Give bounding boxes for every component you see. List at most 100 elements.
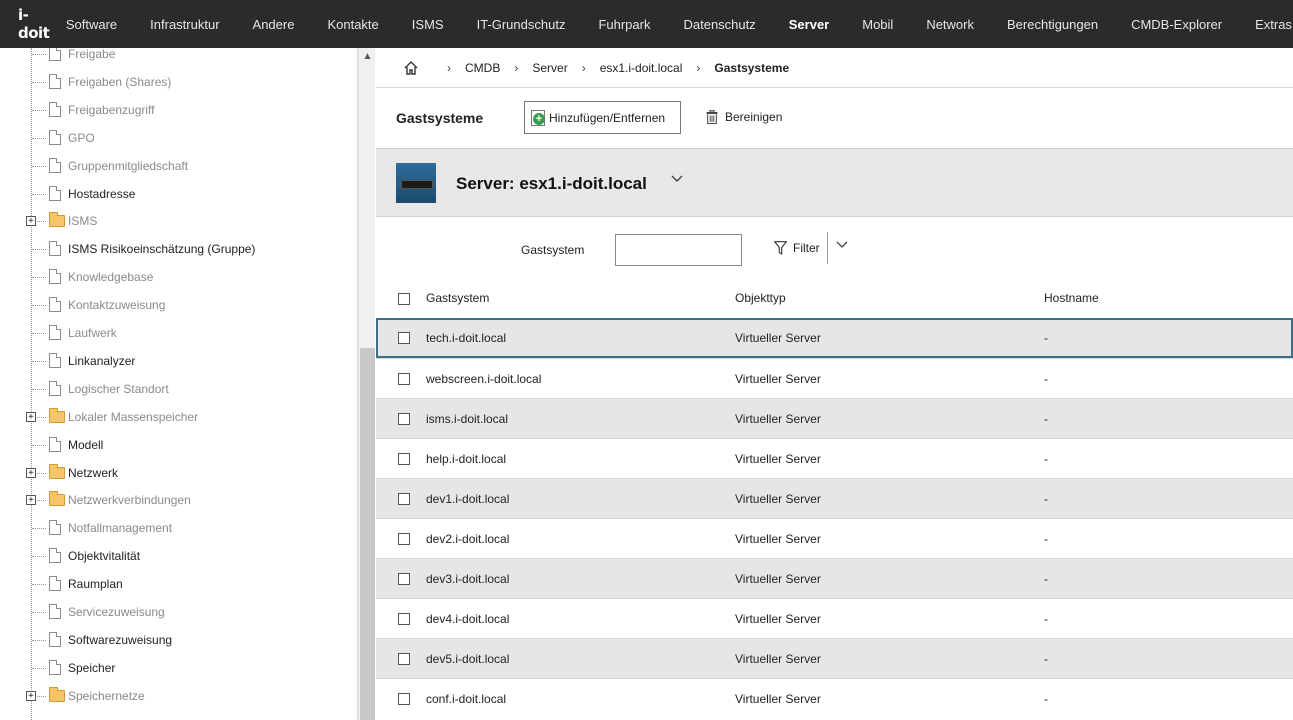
tree-item-label: Laufwerk bbox=[68, 326, 117, 340]
cell-gastsystem[interactable]: dev5.i-doit.local bbox=[426, 652, 509, 666]
column-header-objekttyp[interactable]: Objekttyp bbox=[735, 291, 786, 305]
nav-item-extras[interactable]: Extras bbox=[1239, 0, 1293, 48]
cell-gastsystem[interactable]: conf.i-doit.local bbox=[426, 692, 506, 706]
main-content: › CMDB › Server › esx1.i-doit.local › Ga… bbox=[376, 48, 1293, 720]
nav-item-kontakte[interactable]: Kontakte bbox=[311, 0, 395, 48]
row-checkbox[interactable] bbox=[398, 533, 410, 545]
tree-item[interactable]: ISMS Risikoeinschätzung (Gruppe) bbox=[0, 235, 357, 263]
scroll-thumb[interactable] bbox=[360, 348, 375, 720]
filter-input[interactable] bbox=[615, 234, 742, 266]
expand-icon[interactable]: + bbox=[26, 216, 36, 227]
tree-item[interactable]: + Speichernetze bbox=[0, 682, 357, 710]
tree-item[interactable]: Laufwerk bbox=[0, 319, 357, 347]
expand-icon[interactable]: + bbox=[26, 411, 36, 422]
column-header-gastsystem[interactable]: Gastsystem bbox=[426, 291, 489, 305]
scroll-up-arrow-icon[interactable]: ▲ bbox=[359, 48, 376, 65]
tree-item[interactable]: + Lokaler Massenspeicher bbox=[0, 403, 357, 431]
tree-item[interactable]: Objektvitalität bbox=[0, 542, 357, 570]
nav-item-fuhrpark[interactable]: Fuhrpark bbox=[582, 0, 667, 48]
tree-item[interactable]: + ISMS bbox=[0, 207, 357, 235]
column-header-hostname[interactable]: Hostname bbox=[1044, 291, 1099, 305]
cell-gastsystem[interactable]: dev2.i-doit.local bbox=[426, 532, 509, 546]
document-icon bbox=[49, 576, 61, 592]
tree-item[interactable]: + Netzwerkverbindungen bbox=[0, 486, 357, 514]
row-checkbox[interactable] bbox=[398, 653, 410, 665]
add-remove-button[interactable]: Hinzufügen/Entfernen bbox=[524, 101, 681, 134]
cell-gastsystem[interactable]: isms.i-doit.local bbox=[426, 412, 508, 426]
nav-item-it-grundschutz[interactable]: IT-Grundschutz bbox=[460, 0, 582, 48]
table-row[interactable]: dev5.i-doit.local Virtueller Server - bbox=[376, 638, 1293, 678]
tree-item[interactable]: Freigaben (Shares) bbox=[0, 68, 357, 96]
nav-item-berechtigungen[interactable]: Berechtigungen bbox=[991, 0, 1115, 48]
clean-button[interactable]: Bereinigen bbox=[706, 110, 782, 124]
tree-item[interactable]: Logischer Standort bbox=[0, 375, 357, 403]
row-checkbox[interactable] bbox=[398, 332, 410, 344]
nav-item-cmdb-explorer[interactable]: CMDB-Explorer bbox=[1115, 0, 1239, 48]
cell-gastsystem[interactable]: webscreen.i-doit.local bbox=[426, 372, 541, 386]
tree-item[interactable]: Servicezuweisung bbox=[0, 598, 357, 626]
row-checkbox[interactable] bbox=[398, 493, 410, 505]
tree-item[interactable]: Softwarezuweisung bbox=[0, 626, 357, 654]
breadcrumb-object[interactable]: esx1.i-doit.local bbox=[600, 61, 683, 75]
row-checkbox[interactable] bbox=[398, 573, 410, 585]
cell-gastsystem[interactable]: dev3.i-doit.local bbox=[426, 572, 509, 586]
home-icon[interactable] bbox=[403, 60, 419, 76]
breadcrumb-server[interactable]: Server bbox=[532, 61, 567, 75]
expand-icon[interactable]: + bbox=[26, 495, 36, 506]
tree-connector bbox=[32, 667, 46, 669]
nav-item-mobil[interactable]: Mobil bbox=[846, 0, 910, 48]
nav-item-andere[interactable]: Andere bbox=[236, 0, 311, 48]
nav-item-datenschutz[interactable]: Datenschutz bbox=[667, 0, 772, 48]
select-all-checkbox[interactable] bbox=[398, 293, 410, 305]
tree-item[interactable]: GPO bbox=[0, 124, 357, 152]
nav-item-network[interactable]: Network bbox=[910, 0, 991, 48]
cell-gastsystem[interactable]: help.i-doit.local bbox=[426, 452, 506, 466]
nav-item-infrastruktur[interactable]: Infrastruktur bbox=[134, 0, 236, 48]
tree-connector bbox=[32, 360, 46, 362]
nav-item-software[interactable]: Software bbox=[49, 0, 133, 48]
table-row[interactable]: tech.i-doit.local Virtueller Server - bbox=[376, 318, 1293, 358]
table-row[interactable]: dev4.i-doit.local Virtueller Server - bbox=[376, 598, 1293, 638]
table-row[interactable]: dev2.i-doit.local Virtueller Server - bbox=[376, 518, 1293, 558]
tree-item[interactable]: Speicher bbox=[0, 654, 357, 682]
cell-gastsystem[interactable]: dev4.i-doit.local bbox=[426, 612, 509, 626]
row-checkbox[interactable] bbox=[398, 413, 410, 425]
tree-item[interactable]: + Netzwerk bbox=[0, 459, 357, 487]
tree-item[interactable]: Knowledgebase bbox=[0, 263, 357, 291]
tree-item[interactable]: Notfallmanagement bbox=[0, 514, 357, 542]
tree-item[interactable]: Freigabenzugriff bbox=[0, 96, 357, 124]
expand-icon[interactable]: + bbox=[26, 690, 36, 701]
table-row[interactable]: isms.i-doit.local Virtueller Server - bbox=[376, 398, 1293, 438]
tree-scrollbar[interactable]: ▲ bbox=[358, 48, 375, 720]
table-row[interactable]: help.i-doit.local Virtueller Server - bbox=[376, 438, 1293, 478]
tree-item-label: Speichernetze bbox=[68, 688, 145, 703]
filter-button[interactable]: Filter bbox=[774, 241, 820, 255]
tree-item[interactable]: Modell bbox=[0, 431, 357, 459]
cell-hostname: - bbox=[1044, 692, 1048, 706]
chevron-down-icon[interactable] bbox=[671, 175, 683, 183]
nav-item-isms[interactable]: ISMS bbox=[395, 0, 460, 48]
tree-item[interactable]: Hostadresse bbox=[0, 180, 357, 208]
tree-item[interactable]: Gruppenmitgliedschaft bbox=[0, 152, 357, 180]
row-checkbox[interactable] bbox=[398, 613, 410, 625]
cell-gastsystem[interactable]: tech.i-doit.local bbox=[426, 331, 506, 345]
expand-icon[interactable]: + bbox=[26, 467, 36, 478]
filter-chevron-down-icon[interactable] bbox=[836, 241, 848, 249]
cell-gastsystem[interactable]: dev1.i-doit.local bbox=[426, 492, 509, 506]
table-row[interactable]: conf.i-doit.local Virtueller Server - bbox=[376, 678, 1293, 718]
table-row[interactable]: webscreen.i-doit.local Virtueller Server - bbox=[376, 358, 1293, 398]
folder-icon bbox=[49, 407, 65, 423]
row-checkbox[interactable] bbox=[398, 453, 410, 465]
tree-item[interactable]: Raumplan bbox=[0, 570, 357, 598]
row-checkbox[interactable] bbox=[398, 373, 410, 385]
table-row[interactable]: dev1.i-doit.local Virtueller Server - bbox=[376, 478, 1293, 518]
tree-item-label: Softwarezuweisung bbox=[68, 632, 173, 647]
i-doit-logo[interactable]: i-doit bbox=[0, 0, 50, 48]
table-row[interactable]: dev3.i-doit.local Virtueller Server - bbox=[376, 558, 1293, 598]
row-checkbox[interactable] bbox=[398, 693, 410, 705]
tree-item[interactable]: Freigabe bbox=[0, 48, 357, 68]
nav-item-server[interactable]: Server bbox=[772, 0, 845, 48]
breadcrumb-cmdb[interactable]: CMDB bbox=[465, 61, 500, 75]
tree-item[interactable]: Kontaktzuweisung bbox=[0, 291, 357, 319]
tree-item[interactable]: Linkanalyzer bbox=[0, 347, 357, 375]
